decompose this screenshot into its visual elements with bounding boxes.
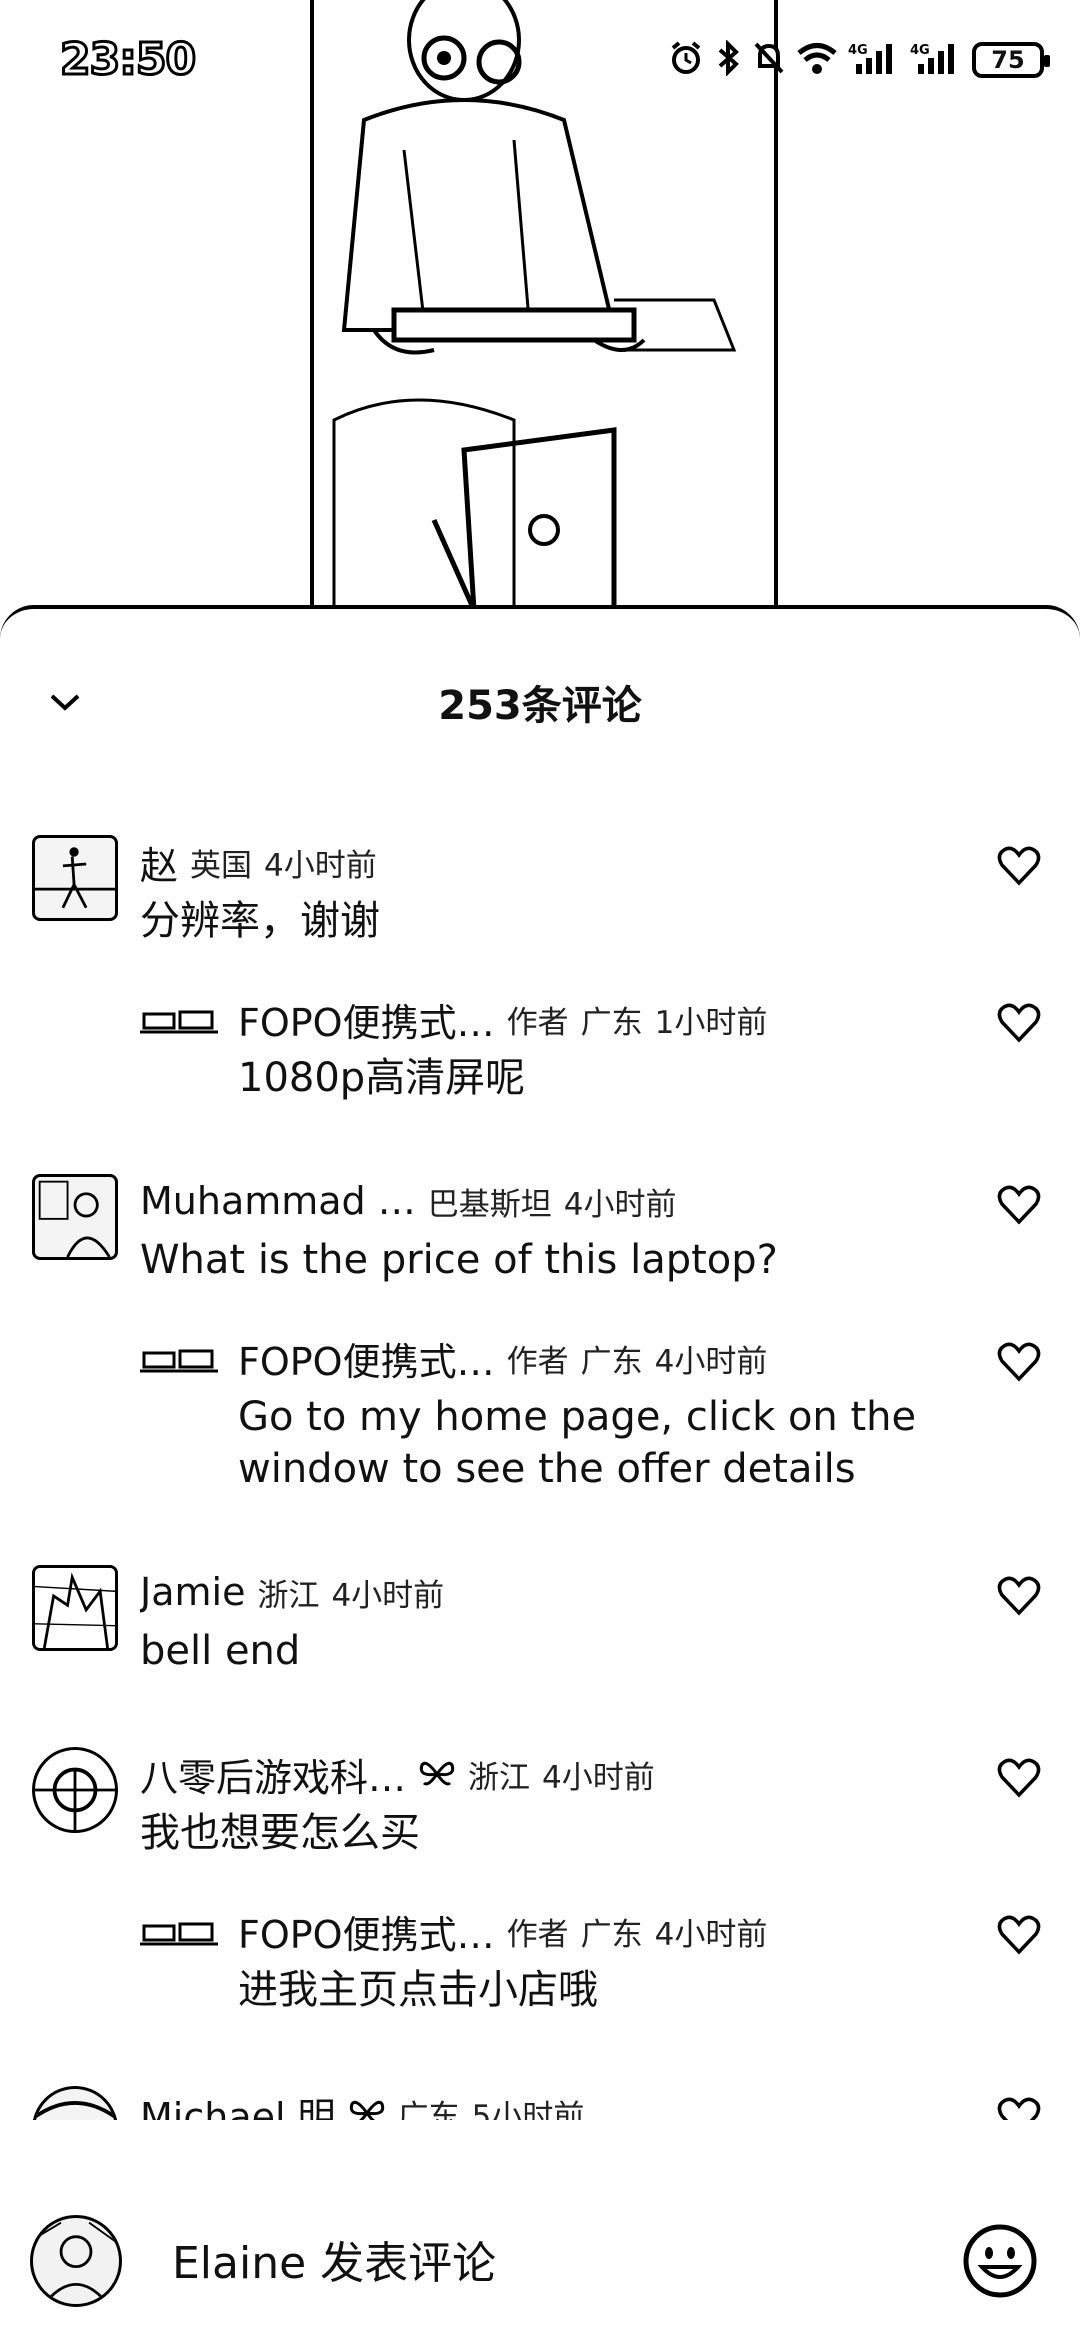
reply-item[interactable]: FOPO便携式… 作者 广东 1小时前 1080p高清屏呢: [0, 992, 1080, 1104]
battery-level: 75: [991, 46, 1025, 74]
comment-text[interactable]: 我也想要怎么买: [140, 1807, 960, 1859]
emoji-icon[interactable]: [960, 2221, 1040, 2301]
reply-text[interactable]: 进我主页点击小店哦: [238, 1964, 960, 2016]
comment-time: 4小时前: [563, 1186, 677, 1223]
reply-time: 4小时前: [654, 1916, 768, 1953]
author-tag: 作者: [506, 1004, 569, 1041]
comment-region: 巴基斯坦: [427, 1186, 552, 1223]
comment-username[interactable]: Michael 明: [140, 2086, 336, 2121]
author-avatar[interactable]: [140, 1004, 218, 1040]
comment-meta: 赵 英国 4小时前: [140, 835, 960, 889]
reply-region: 广东: [580, 1343, 643, 1380]
mute-icon: [752, 40, 786, 80]
comment-text[interactable]: What is the price of this laptop?: [140, 1234, 960, 1286]
battery-icon: 75: [972, 42, 1050, 78]
reply-text[interactable]: Go to my home page, click on the window …: [238, 1391, 960, 1495]
comment-time: 4小时前: [331, 1577, 445, 1614]
comment-item[interactable]: Michael 明 广东 5小时前: [0, 2086, 1080, 2120]
status-icons: 4G 4G 75: [668, 39, 1050, 80]
comment-username[interactable]: 八零后游戏科…: [140, 1747, 406, 1802]
fan-badge-icon: [418, 1757, 456, 1791]
comment-region: 浙江: [468, 1759, 531, 1796]
reply-meta: FOPO便携式… 作者 广东 4小时前: [238, 1331, 960, 1385]
user-avatar[interactable]: [30, 2215, 122, 2307]
comment-region: 浙江: [257, 1577, 320, 1614]
comment-text[interactable]: bell end: [140, 1625, 960, 1677]
comment-meta: Michael 明 广东 5小时前: [140, 2086, 960, 2120]
avatar[interactable]: [32, 2086, 118, 2120]
comment-input[interactable]: Elaine 发表评论: [172, 2227, 496, 2291]
comment-time: 4小时前: [264, 847, 377, 884]
heart-icon[interactable]: [996, 1182, 1042, 1228]
svg-text:4G: 4G: [848, 43, 868, 58]
svg-text:4G: 4G: [910, 43, 930, 58]
comment-item[interactable]: Jamie 浙江 4小时前 bell end: [0, 1565, 1080, 1677]
reply-meta: FOPO便携式… 作者 广东 4小时前: [238, 1904, 960, 1958]
reply-username[interactable]: FOPO便携式…: [238, 992, 495, 1047]
comment-meta: Muhammad … 巴基斯坦 4小时前: [140, 1174, 960, 1228]
comment-item[interactable]: 赵 英国 4小时前 分辨率，谢谢: [0, 835, 1080, 947]
heart-icon[interactable]: [996, 2094, 1042, 2120]
comment-username[interactable]: Jamie: [140, 1570, 245, 1614]
comment-item[interactable]: Muhammad … 巴基斯坦 4小时前 What is the price o…: [0, 1174, 1080, 1286]
avatar[interactable]: [32, 1565, 118, 1651]
heart-icon[interactable]: [996, 1000, 1042, 1046]
comments-header: 253条评论: [0, 609, 1080, 779]
comment-time: 5小时前: [471, 2098, 585, 2121]
comment-username[interactable]: 赵: [140, 835, 178, 890]
comment-item[interactable]: 八零后游戏科… 浙江 4小时前 我也想要怎么买: [0, 1747, 1080, 1859]
alarm-icon: [668, 40, 704, 80]
fan-badge-icon: [348, 2096, 386, 2120]
comment-time: 4小时前: [542, 1759, 655, 1796]
comment-composer[interactable]: Elaine 发表评论: [0, 2185, 1080, 2340]
reply-region: 广东: [580, 1916, 643, 1953]
wifi-icon: [796, 40, 838, 80]
heart-icon[interactable]: [996, 1755, 1042, 1801]
author-tag: 作者: [506, 1343, 569, 1380]
comment-region: 广东: [397, 2098, 460, 2121]
author-avatar[interactable]: [140, 1916, 218, 1952]
heart-icon[interactable]: [996, 1912, 1042, 1958]
heart-icon[interactable]: [996, 843, 1042, 889]
heart-icon[interactable]: [996, 1339, 1042, 1385]
signal-4g-icon: 4G: [910, 40, 962, 80]
reply-text[interactable]: 1080p高清屏呢: [238, 1052, 960, 1104]
bluetooth-icon: [714, 39, 742, 80]
comment-list[interactable]: 赵 英国 4小时前 分辨率，谢谢 FOPO便携式… 作者 广东 1小时前 108…: [0, 835, 1080, 2120]
comment-username[interactable]: Muhammad …: [140, 1179, 416, 1223]
comments-sheet: 253条评论 赵 英国 4小时前 分辨率，谢谢 FOPO便携式… 作者 广东 1…: [0, 605, 1080, 2340]
comment-meta: 八零后游戏科… 浙江 4小时前: [140, 1747, 960, 1801]
heart-icon[interactable]: [996, 1573, 1042, 1619]
comment-text[interactable]: 分辨率，谢谢: [140, 895, 960, 947]
signal-4g-icon: 4G: [848, 40, 900, 80]
reply-region: 广东: [580, 1004, 643, 1041]
reply-username[interactable]: FOPO便携式…: [238, 1331, 495, 1386]
status-bar: 23:50 4G 4G 75: [0, 0, 1080, 120]
reply-time: 4小时前: [654, 1343, 768, 1380]
reply-meta: FOPO便携式… 作者 广东 1小时前: [238, 992, 960, 1046]
reply-time: 1小时前: [654, 1004, 768, 1041]
status-time: 23:50: [58, 33, 197, 87]
comment-region: 英国: [190, 847, 253, 884]
author-tag: 作者: [506, 1916, 569, 1953]
avatar[interactable]: [32, 1747, 118, 1833]
comment-meta: Jamie 浙江 4小时前: [140, 1565, 960, 1619]
avatar[interactable]: [32, 835, 118, 921]
reply-item[interactable]: FOPO便携式… 作者 广东 4小时前 进我主页点击小店哦: [0, 1904, 1080, 2016]
author-avatar[interactable]: [140, 1343, 218, 1379]
avatar[interactable]: [32, 1174, 118, 1260]
reply-item[interactable]: FOPO便携式… 作者 广东 4小时前 Go to my home page, …: [0, 1331, 1080, 1495]
comments-count-title: 253条评论: [438, 683, 642, 729]
reply-username[interactable]: FOPO便携式…: [238, 1904, 495, 1959]
